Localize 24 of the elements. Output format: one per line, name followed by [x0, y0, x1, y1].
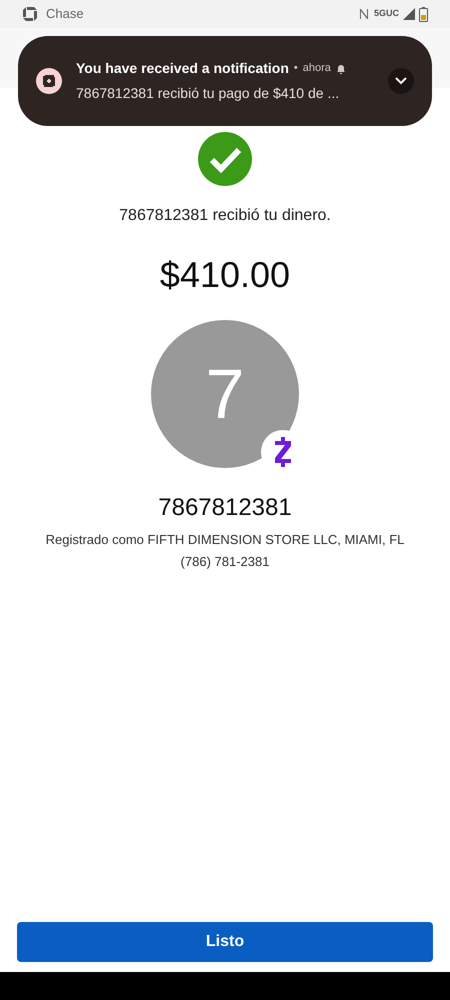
expand-button[interactable]: [388, 68, 414, 94]
done-button[interactable]: Listo: [17, 922, 433, 962]
notification-time: ahora: [302, 61, 331, 76]
recipient-name: 7867812381: [158, 493, 292, 523]
phone-number: (786) 781-2381: [180, 552, 270, 571]
battery-icon: [419, 6, 428, 22]
signal-icon: [403, 8, 415, 20]
registered-name: Registrado como FIFTH DIMENSION STORE LLC, MIAMI, FL: [46, 531, 404, 549]
confirmation-message: 7867812381 recibió tu dinero.: [119, 206, 331, 226]
chase-logo-icon: [36, 68, 62, 94]
notification-title: You have received a notification: [76, 59, 289, 78]
notification-body: 7867812381 recibió tu pago de $410 de ...: [76, 84, 340, 103]
amount: $410.00: [160, 253, 290, 297]
chase-logo-icon: [22, 6, 38, 22]
notification-card[interactable]: You have received a notification • ahora 7867812381 recibió tu pago de $410 de ...: [18, 36, 432, 126]
chevron-down-icon: [395, 77, 407, 85]
network-label: 5GUC: [374, 7, 399, 20]
nfc-icon: [358, 7, 370, 21]
app-name: Chase: [46, 5, 84, 24]
separator: •: [294, 61, 298, 76]
check-circle-icon: [198, 132, 252, 186]
avatar: 7: [151, 320, 299, 468]
bell-icon: [336, 64, 346, 74]
zelle-icon: [274, 437, 292, 467]
